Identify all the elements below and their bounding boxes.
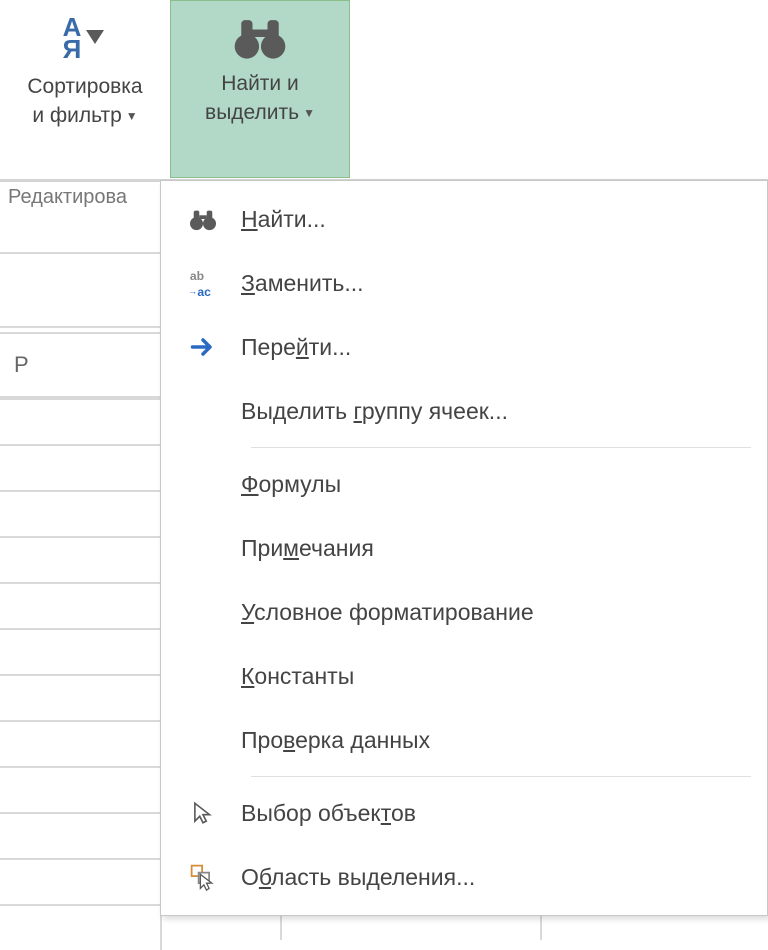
cursor-icon <box>185 795 221 831</box>
menu-formulas[interactable]: Формулы <box>161 452 767 516</box>
menu-comments[interactable]: Примечания <box>161 516 767 580</box>
menu-label: Найти... <box>241 206 326 233</box>
binoculars-icon <box>230 9 290 65</box>
menu-constants[interactable]: Константы <box>161 644 767 708</box>
menu-selection-pane[interactable]: Область выделения... <box>161 845 767 909</box>
menu-find[interactable]: Найти... <box>161 187 767 251</box>
blank-icon <box>185 393 221 429</box>
blank-icon <box>185 530 221 566</box>
ribbon-editing-group: АЯ Сортировка и фильтр▼ Найти и выделить… <box>0 0 768 180</box>
sort-filter-icon: АЯ <box>55 8 115 68</box>
menu-separator <box>251 776 751 777</box>
menu-conditional-formatting[interactable]: Условное форматирование <box>161 580 767 644</box>
chevron-down-icon: ▼ <box>126 108 138 125</box>
menu-label: Примечания <box>241 535 374 562</box>
menu-label: Константы <box>241 663 354 690</box>
menu-label: Область выделения... <box>241 864 475 891</box>
arrow-right-icon <box>185 329 221 365</box>
chevron-down-icon: ▼ <box>303 105 315 122</box>
sort-filter-label: Сортировка и фильтр▼ <box>27 72 142 131</box>
svg-text:→: → <box>188 286 197 296</box>
ribbon-group-label: Редактирова <box>8 186 127 209</box>
menu-label: Заменить... <box>241 270 364 297</box>
menu-data-validation[interactable]: Проверка данных <box>161 708 767 772</box>
blank-icon <box>185 466 221 502</box>
find-select-dropdown: Найти... ab → ac Заменить... Перейти... … <box>160 180 768 916</box>
menu-label: Формулы <box>241 471 341 498</box>
menu-separator <box>251 447 751 448</box>
blank-icon <box>185 594 221 630</box>
menu-label: Перейти... <box>241 334 351 361</box>
column-header-label: P <box>0 352 29 378</box>
replace-icon: ab → ac <box>185 265 221 301</box>
blank-icon <box>185 658 221 694</box>
menu-label: Выделить группу ячеек... <box>241 398 508 425</box>
blank-icon <box>185 722 221 758</box>
menu-select-objects[interactable]: Выбор объектов <box>161 781 767 845</box>
svg-text:ab: ab <box>190 269 204 283</box>
grid-line <box>0 252 170 254</box>
sort-filter-button[interactable]: АЯ Сортировка и фильтр▼ <box>0 0 170 180</box>
menu-label: Проверка данных <box>241 727 430 754</box>
selection-pane-icon <box>185 859 221 895</box>
menu-goto-special[interactable]: Выделить группу ячеек... <box>161 379 767 443</box>
menu-replace[interactable]: ab → ac Заменить... <box>161 251 767 315</box>
svg-text:ac: ac <box>197 285 211 298</box>
binoculars-icon <box>185 201 221 237</box>
find-select-label: Найти и выделить▼ <box>205 69 315 128</box>
menu-goto[interactable]: Перейти... <box>161 315 767 379</box>
grid-line <box>0 326 170 328</box>
menu-label: Условное форматирование <box>241 599 534 626</box>
find-select-button[interactable]: Найти и выделить▼ <box>170 0 350 178</box>
menu-label: Выбор объектов <box>241 800 416 827</box>
